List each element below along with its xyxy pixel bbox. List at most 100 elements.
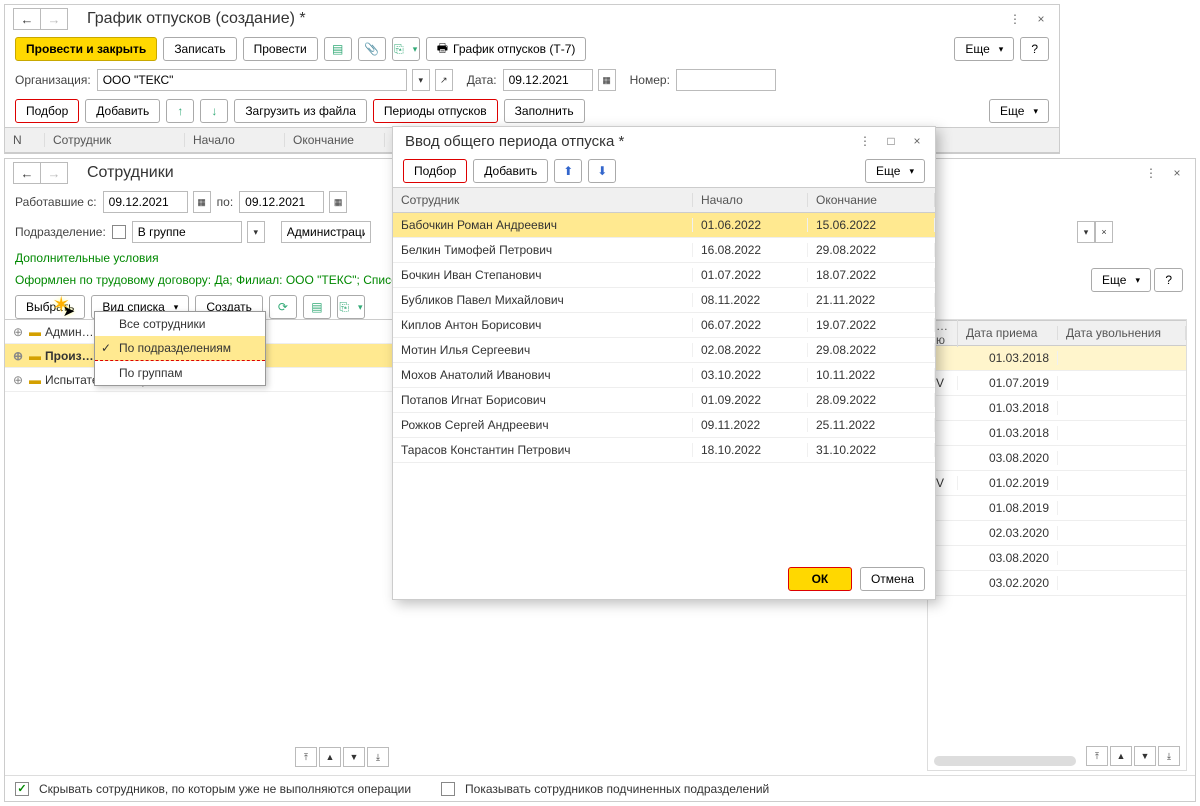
cell-emp: Киплов Антон Борисович [393,318,693,332]
date-input[interactable] [503,69,593,91]
table-row[interactable]: 03.02.2020 [928,571,1186,596]
cell-hire: 01.03.2018 [958,401,1058,415]
up-icon[interactable]: ↑ [166,99,194,123]
up-icon[interactable]: ⬆ [554,159,582,183]
in-group-input[interactable] [132,221,242,243]
dept-checkbox[interactable] [112,225,126,239]
struct-icon[interactable]: ⎘ [392,37,420,61]
add-button[interactable]: Добавить [85,99,160,123]
page-first-button[interactable]: ⤒ [1086,746,1108,766]
dropdown-icon[interactable]: ▾ [247,221,265,243]
table-row[interactable]: Мохов Анатолий Иванович03.10.202210.11.2… [393,363,935,388]
search-open-icon[interactable]: ▾ [1077,221,1095,243]
report-icon[interactable]: ▤ [324,37,352,61]
calendar-icon[interactable]: ▦ [193,191,211,213]
table-row[interactable]: Бочкин Иван Степанович01.07.202218.07.20… [393,263,935,288]
table-row[interactable]: Бабочкин Роман Андреевич01.06.202215.06.… [393,213,935,238]
more2-button[interactable]: Еще [989,99,1049,123]
nav-forward-button[interactable]: → [40,162,68,184]
refresh-icon[interactable]: ⟳ [269,295,297,319]
expander-icon[interactable]: ⊕ [11,349,25,363]
emp-more-button[interactable]: Еще [1091,268,1151,292]
extra-conditions-link[interactable]: Дополнительные условия [15,251,159,265]
table-row[interactable]: 03.08.2020 [928,446,1186,471]
table-row[interactable]: 01.08.2019 [928,496,1186,521]
close-icon[interactable]: × [1167,163,1187,183]
table-row[interactable]: Потапов Игнат Борисович01.09.202228.09.2… [393,388,935,413]
org-dropdown-icon[interactable]: ▾ [412,69,430,91]
nav-back-button[interactable]: ← [13,8,41,30]
page-up-button[interactable]: ▲ [319,747,341,767]
table-row[interactable]: 02.03.2020 [928,521,1186,546]
menu-item-all[interactable]: Все сотрудники [95,312,265,336]
page-up-button[interactable]: ▲ [1110,746,1132,766]
table-row[interactable]: 01.03.2018 [928,346,1186,371]
page-down-button[interactable]: ▼ [343,747,365,767]
page-first-button[interactable]: ⤒ [295,747,317,767]
table-row[interactable]: Мотин Илья Сергеевич02.08.202229.08.2022 [393,338,935,363]
menu-icon[interactable]: ⋮ [1141,163,1161,183]
fill-button[interactable]: Заполнить [504,99,585,123]
date-from-input[interactable] [103,191,188,213]
expander-icon[interactable]: ⊕ [11,325,25,339]
clear-icon[interactable]: × [1095,221,1113,243]
page-last-button[interactable]: ⤓ [1158,746,1180,766]
expander-icon[interactable]: ⊕ [11,373,25,387]
post-close-button[interactable]: Провести и закрыть [15,37,157,61]
number-input[interactable] [676,69,776,91]
admin-input[interactable] [281,221,371,243]
table-row[interactable]: 01.03.2018 [928,421,1186,446]
page-down-button[interactable]: ▼ [1134,746,1156,766]
cell-start: 02.08.2022 [693,343,808,357]
show-sub-checkbox[interactable] [441,782,455,796]
post-button[interactable]: Провести [243,37,318,61]
periods-button[interactable]: Периоды отпусков [373,99,498,123]
list-icon[interactable]: ▤ [303,295,331,319]
cell-hire: 03.08.2020 [958,451,1058,465]
h-scrollbar[interactable] [934,756,1076,766]
table-row[interactable]: Тарасов Константин Петрович18.10.202231.… [393,438,935,463]
date-to-input[interactable] [239,191,324,213]
maximize-icon[interactable]: □ [881,131,901,151]
more-icon[interactable]: ⎘ [337,295,365,319]
table-row[interactable]: V01.07.2019 [928,371,1186,396]
nav-back-button[interactable]: ← [13,162,41,184]
table-row[interactable]: 03.08.2020 [928,546,1186,571]
close-icon[interactable]: × [907,131,927,151]
calendar-icon[interactable]: ▦ [598,69,616,91]
cancel-button[interactable]: Отмена [860,567,925,591]
more-button[interactable]: Еще [954,37,1014,61]
emp-help-button[interactable]: ? [1154,268,1183,292]
table-row[interactable]: Белкин Тимофей Петрович16.08.202229.08.2… [393,238,935,263]
attach-icon[interactable]: 📎 [358,37,386,61]
ok-button[interactable]: ОК [788,567,852,591]
menu-item-by-dept[interactable]: ✓По подразделениям [95,336,265,361]
org-open-icon[interactable]: ↗ [435,69,453,91]
org-input[interactable] [97,69,407,91]
close-icon[interactable]: × [1031,9,1051,29]
menu-icon[interactable]: ⋮ [1005,9,1025,29]
page-last-button[interactable]: ⤓ [367,747,389,767]
table-row[interactable]: 01.03.2018 [928,396,1186,421]
down-icon[interactable]: ↓ [200,99,228,123]
help-button[interactable]: ? [1020,37,1049,61]
table-row[interactable]: V01.02.2019 [928,471,1186,496]
nav-forward-button[interactable]: → [40,8,68,30]
print-button[interactable]: 🖶График отпусков (Т-7) [426,37,587,61]
save-button[interactable]: Записать [163,37,236,61]
hide-emp-checkbox[interactable] [15,782,29,796]
calendar-icon[interactable]: ▦ [329,191,347,213]
down-icon[interactable]: ⬇ [588,159,616,183]
table-row[interactable]: Рожков Сергей Андреевич09.11.202225.11.2… [393,413,935,438]
dlg-more-button[interactable]: Еще [865,159,925,183]
dlg-add-button[interactable]: Добавить [473,159,548,183]
menu-item-by-group[interactable]: По группам [95,361,265,385]
load-file-button[interactable]: Загрузить из файла [234,99,367,123]
cell-hire: 01.07.2019 [958,376,1058,390]
menu-icon[interactable]: ⋮ [855,131,875,151]
select-button[interactable]: Подбор [15,99,79,123]
table-row[interactable]: Киплов Антон Борисович06.07.202219.07.20… [393,313,935,338]
table-row[interactable]: Бубликов Павел Михайлович08.11.202221.11… [393,288,935,313]
dlg-select-button[interactable]: Подбор [403,159,467,183]
cell-hire: 01.02.2019 [958,476,1058,490]
